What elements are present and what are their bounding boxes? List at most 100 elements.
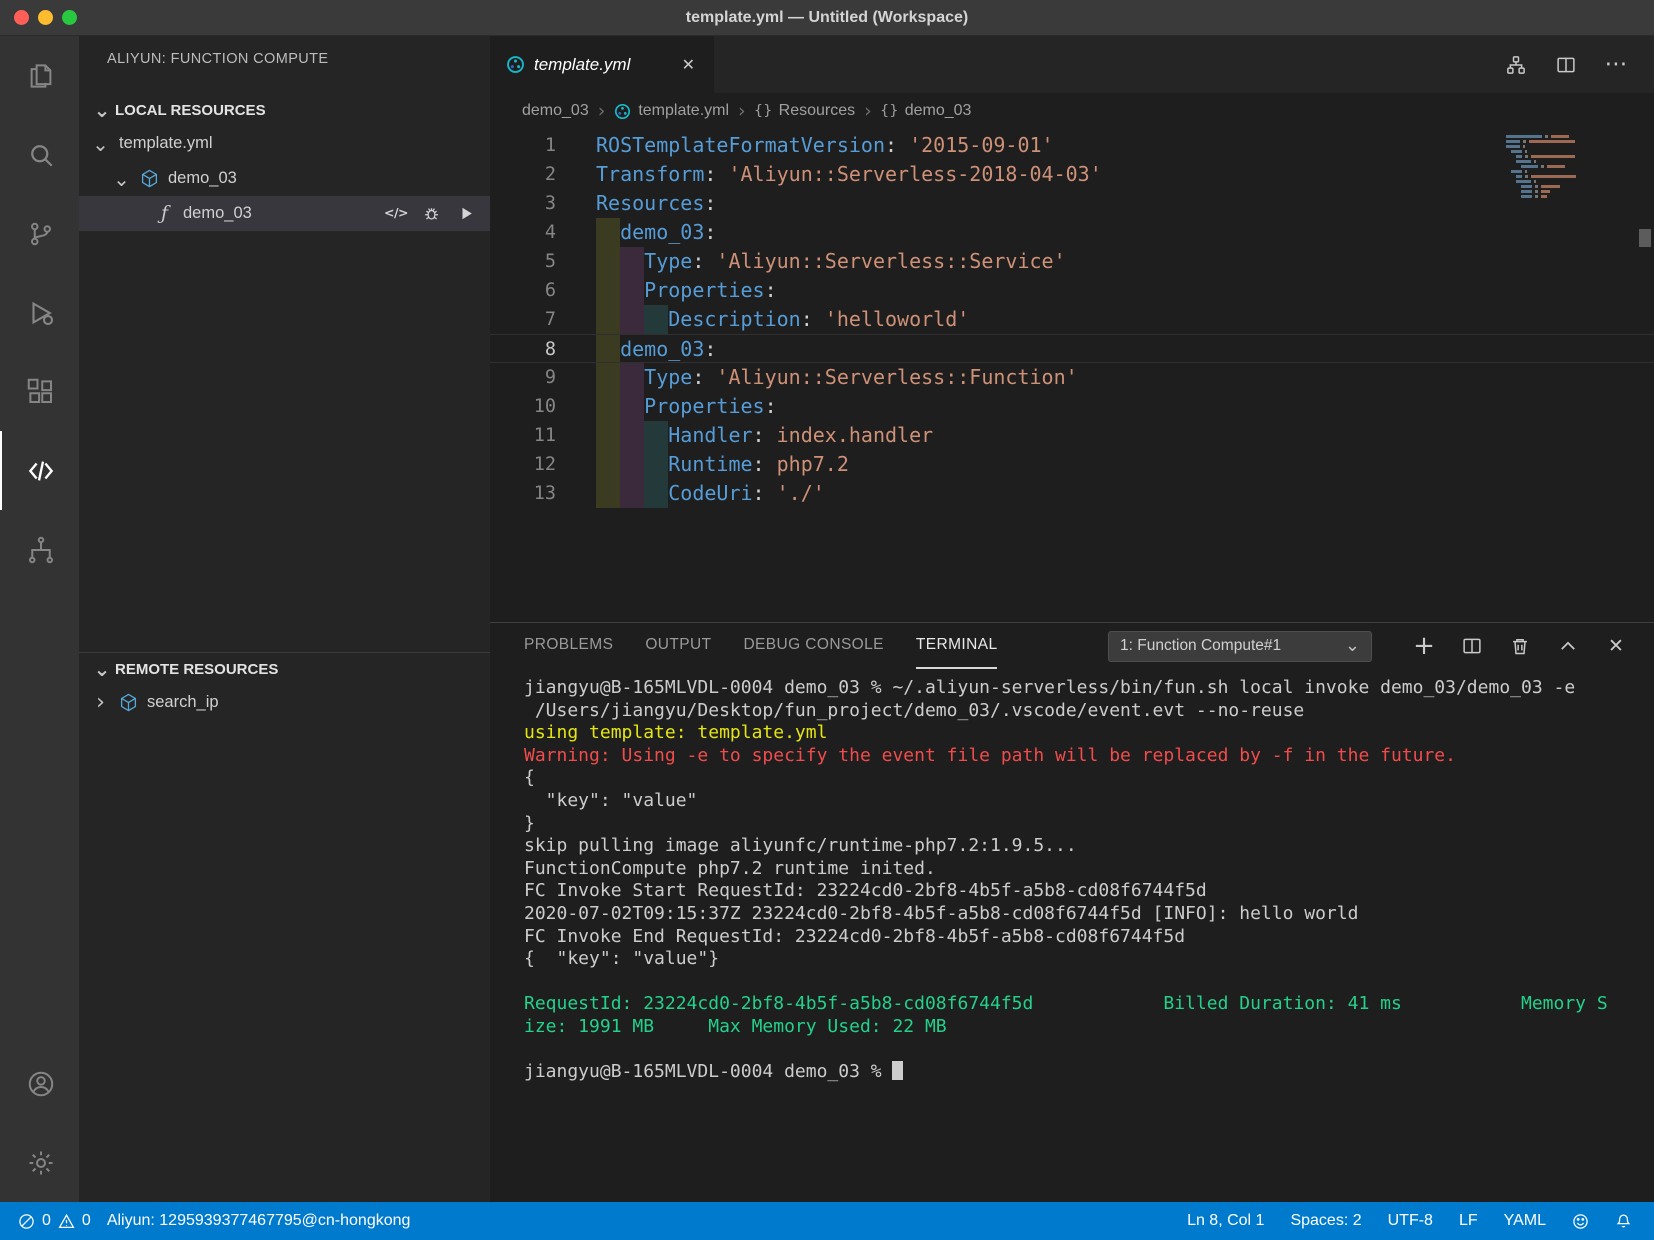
- bottom-panel: PROBLEMS OUTPUT DEBUG CONSOLE TERMINAL 1: F…: [490, 622, 1654, 1202]
- tree-item-template.yml[interactable]: ⌄ template.yml: [79, 126, 490, 161]
- breadcrumb-item[interactable]: template.yml: [614, 102, 729, 120]
- terminal-line[interactable]: [524, 971, 1644, 994]
- split-terminal-button[interactable]: [1462, 636, 1482, 656]
- breadcrumb-separator: ›: [864, 99, 872, 122]
- more-actions-button[interactable]: ⋯: [1605, 53, 1628, 76]
- zoom-window-button[interactable]: [62, 10, 77, 25]
- panel-tab-terminal[interactable]: TERMINAL: [915, 623, 998, 669]
- minimize-window-button[interactable]: [38, 10, 53, 25]
- feedback-button[interactable]: [1564, 1213, 1597, 1230]
- breadcrumb-item[interactable]: demo_03: [522, 102, 589, 120]
- code-line[interactable]: 13 CodeUri: './': [490, 479, 1654, 508]
- close-window-button[interactable]: [14, 10, 29, 25]
- code-line[interactable]: 1 ROSTemplateFormatVersion: '2015-09-01': [490, 131, 1654, 160]
- terminal-line[interactable]: 2020-07-02T09:15:37Z 23224cd0-2bf8-4b5f-…: [524, 903, 1644, 926]
- terminal-line[interactable]: FC Invoke End RequestId: 23224cd0-2bf8-4…: [524, 926, 1644, 949]
- code-line[interactable]: 2 Transform: 'Aliyun::Serverless-2018-04-…: [490, 160, 1654, 189]
- activity-item-extensions[interactable]: [0, 352, 79, 431]
- terminal-line[interactable]: "key": "value": [524, 790, 1644, 813]
- maximize-panel-button[interactable]: [1558, 636, 1578, 656]
- cube-icon: [140, 169, 159, 188]
- activity-item-run-debug[interactable]: [0, 273, 79, 352]
- code-line[interactable]: 10 Properties:: [490, 392, 1654, 421]
- terminal-line[interactable]: jiangyu@B-165MLVDL-0004 demo_03 %: [524, 1061, 1644, 1084]
- terminal-output[interactable]: jiangyu@B-165MLVDL-0004 demo_03 % ~/.ali…: [490, 669, 1654, 1202]
- terminal-line[interactable]: Warning: Using -e to specify the event f…: [524, 745, 1644, 768]
- terminal-line[interactable]: {: [524, 767, 1644, 790]
- panel-tabs: PROBLEMS OUTPUT DEBUG CONSOLE TERMINAL: [524, 623, 1029, 669]
- code-line[interactable]: 6 Properties:: [490, 276, 1654, 305]
- panel-tab-problems[interactable]: PROBLEMS: [524, 623, 613, 669]
- terminal-line[interactable]: FC Invoke Start RequestId: 23224cd0-2bf8…: [524, 880, 1644, 903]
- local-debug-button[interactable]: [421, 204, 441, 224]
- activity-item-search[interactable]: [0, 115, 79, 194]
- code-line[interactable]: 12 Runtime: php7.2: [490, 450, 1654, 479]
- breadcrumb-item[interactable]: {} demo_03: [880, 102, 971, 120]
- activity-bar-bottom: [0, 1044, 79, 1202]
- chevron-down-icon: ⌄: [93, 657, 111, 681]
- code-line[interactable]: 7 Description: 'helloworld': [490, 305, 1654, 334]
- activity-item-aliyun-serverless[interactable]: [0, 431, 79, 510]
- code-line[interactable]: 9 Type: 'Aliyun::Serverless::Function': [490, 363, 1654, 392]
- tree-item-demo_03[interactable]: ⌄ demo_03: [79, 161, 490, 196]
- encoding-indicator[interactable]: UTF-8: [1380, 1212, 1441, 1230]
- code-line[interactable]: 4 demo_03:: [490, 218, 1654, 247]
- tree-item-search_ip[interactable]: › search_ip: [79, 685, 490, 720]
- code-line[interactable]: 11 Handler: index.handler: [490, 421, 1654, 450]
- activity-item-accounts[interactable]: [0, 1044, 79, 1123]
- accounts-icon: [26, 1069, 56, 1099]
- activity-item-api-connector[interactable]: [0, 510, 79, 589]
- terminal-line[interactable]: FunctionCompute php7.2 runtime inited.: [524, 858, 1644, 881]
- local-resources-header[interactable]: ⌄ LOCAL RESOURCES: [79, 94, 490, 126]
- tree-item-label: demo_03: [183, 204, 252, 222]
- terminal-line[interactable]: /Users/jiangyu/Desktop/fun_project/demo_…: [524, 700, 1644, 723]
- panel-tab-debug-console[interactable]: DEBUG CONSOLE: [743, 623, 883, 669]
- tree-item-demo_03[interactable]: ƒ demo_03 </>: [79, 196, 490, 231]
- line-col-indicator[interactable]: Ln 8, Col 1: [1179, 1212, 1272, 1230]
- eol-indicator[interactable]: LF: [1451, 1212, 1486, 1230]
- panel-tab-output[interactable]: OUTPUT: [645, 623, 711, 669]
- open-code-button[interactable]: </>: [384, 204, 409, 224]
- code-line[interactable]: 8 demo_03:: [490, 334, 1654, 363]
- activity-item-explorer[interactable]: [0, 36, 79, 115]
- terminal-line[interactable]: jiangyu@B-165MLVDL-0004 demo_03 % ~/.ali…: [524, 677, 1644, 700]
- local-invoke-icon: [458, 205, 475, 222]
- code-line[interactable]: 3 Resources:: [490, 189, 1654, 218]
- tree-item-label: demo_03: [168, 169, 237, 187]
- aliyun-account-indicator[interactable]: Aliyun: 1295939377467795@cn-hongkong: [99, 1202, 419, 1240]
- terminal-line[interactable]: using template: template.yml: [524, 722, 1644, 745]
- terminal-selector[interactable]: 1: Function Compute#1 ⌄: [1108, 630, 1372, 662]
- chevron-down-icon: ⌄: [1344, 635, 1360, 656]
- language-indicator[interactable]: YAML: [1496, 1212, 1554, 1230]
- split-editor-button[interactable]: [1556, 55, 1576, 75]
- terminal-line[interactable]: [524, 1039, 1644, 1062]
- activity-item-source-control[interactable]: [0, 194, 79, 273]
- terminal-line[interactable]: skip pulling image aliyunfc/runtime-php7…: [524, 835, 1644, 858]
- scrollbar-thumb[interactable]: [1639, 229, 1651, 247]
- breadcrumb-item[interactable]: {} Resources: [754, 102, 855, 120]
- terminal-line[interactable]: ize: 1991 MB Max Memory Used: 22 MB: [524, 1016, 1644, 1039]
- minimap[interactable]: [1506, 134, 1634, 199]
- close-panel-button[interactable]: ✕: [1606, 636, 1626, 656]
- breadcrumb: demo_03 › template.yml › {} Resources › {} demo_…: [490, 93, 1654, 129]
- kill-terminal-button[interactable]: [1510, 636, 1530, 656]
- chevron-down-icon: ⌄: [93, 98, 111, 122]
- code-line[interactable]: 5 Type: 'Aliyun::Serverless::Service': [490, 247, 1654, 276]
- terminal-line[interactable]: }: [524, 813, 1644, 836]
- terminal-line[interactable]: RequestId: 23224cd0-2bf8-4b5f-a5b8-cd08f…: [524, 993, 1644, 1016]
- terminal-line[interactable]: { "key": "value"}: [524, 948, 1644, 971]
- tab-template-yml[interactable]: template.yml ✕: [490, 36, 714, 93]
- code-editor[interactable]: 1 ROSTemplateFormatVersion: '2015-09-01' 2…: [490, 129, 1654, 622]
- problems-indicator[interactable]: 0 0: [10, 1202, 99, 1240]
- notifications-button[interactable]: [1607, 1213, 1640, 1230]
- indent-indicator[interactable]: Spaces: 2: [1282, 1212, 1369, 1230]
- activity-item-settings[interactable]: [0, 1123, 79, 1202]
- chevron-right-icon: ›: [96, 689, 105, 715]
- close-tab-icon[interactable]: ✕: [679, 55, 698, 75]
- deploy-button[interactable]: [1506, 55, 1526, 75]
- remote-resources-header[interactable]: ⌄ REMOTE RESOURCES: [79, 653, 490, 685]
- new-terminal-button[interactable]: +: [1413, 633, 1435, 659]
- title-bar: template.yml — Untitled (Workspace): [0, 0, 1654, 36]
- maximize-panel-icon: [1558, 636, 1578, 656]
- local-invoke-button[interactable]: [456, 204, 476, 224]
